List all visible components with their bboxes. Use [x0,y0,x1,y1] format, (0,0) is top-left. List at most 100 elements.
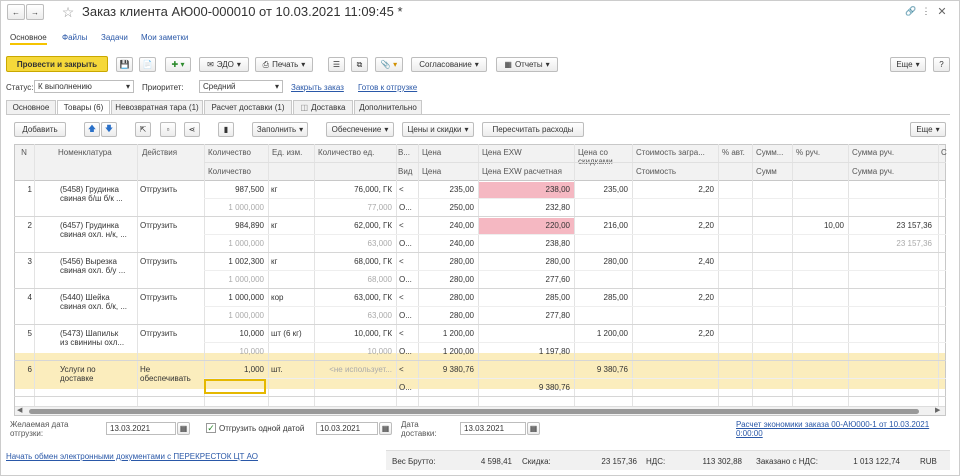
quantity-2[interactable]: 10,000 [206,347,264,356]
column-header[interactable]: Сумма руч. [852,148,936,157]
action[interactable]: Не [140,365,202,374]
price-exw-calc[interactable]: 232,80 [480,203,570,212]
post-button[interactable]: 📄 [139,57,156,72]
kind[interactable]: О... [399,239,415,248]
v-mark[interactable]: < [399,293,415,302]
price-2[interactable]: 280,00 [420,311,474,320]
price-exw-calc[interactable]: 277,80 [480,311,570,320]
nomenclature[interactable]: Услуги по [60,365,136,374]
action[interactable]: Отгрузить [140,257,202,266]
ready-ship-link[interactable]: Готов к отгрузке [358,83,417,92]
quantity-units[interactable]: 68,000, ГК [316,257,392,266]
help-button[interactable]: ? [933,57,950,72]
action[interactable]: Отгрузить [140,293,202,302]
price-exw-calc[interactable]: 1 197,80 [480,347,570,356]
status-select[interactable]: К выполнению ▾ [34,80,134,93]
nomenclature-2[interactable]: из свинины охл... [60,338,136,347]
priority-select[interactable]: Средний ▾ [199,80,283,93]
action[interactable]: Отгрузить [140,221,202,230]
fill-button[interactable]: Заполнить ▾ [252,122,308,137]
kind[interactable]: О... [399,383,415,392]
delivery-date-calendar-button[interactable]: ▦ [527,422,540,435]
price-exw[interactable]: 285,00 [480,293,570,302]
print-button[interactable]: ⎙ Печать ▾ [255,57,313,72]
v-mark[interactable]: < [399,365,415,374]
quantity-units[interactable]: 62,000, ГК [316,221,392,230]
quantity[interactable]: 987,500 [206,185,264,194]
quantity-2[interactable]: 1 000,000 [206,203,264,212]
forward-button[interactable]: → [26,4,44,20]
cost-load[interactable]: 2,20 [634,185,714,194]
column-header[interactable]: Цена [422,167,476,176]
nomenclature-2[interactable]: свиная б/ш б/к ... [60,194,136,203]
price-exw[interactable]: 220,00 [480,221,570,230]
quantity-2[interactable]: 1 000,000 [206,239,264,248]
column-header[interactable]: Цена EXW [482,148,572,157]
price[interactable]: 9 380,76 [420,365,474,374]
tab-main[interactable]: Основное [6,100,56,114]
quantity[interactable]: 1,000 [206,365,264,374]
active-cell[interactable] [204,379,266,394]
nomenclature[interactable]: (5440) Шейка [60,293,136,302]
list-button[interactable]: ☰ [328,57,345,72]
quantity-units-2[interactable]: 77,000 [316,203,392,212]
link-icon[interactable]: 🔗 [905,5,917,17]
nomenclature[interactable]: (5456) Вырезка [60,257,136,266]
price-2[interactable]: 1 200,00 [420,347,474,356]
tab-delivery-calc[interactable]: Расчет доставки (1) [204,100,292,114]
price-exw-calc[interactable]: 238,80 [480,239,570,248]
column-header[interactable]: Количество [208,148,266,157]
column-header[interactable]: Действия [142,148,202,157]
select-button[interactable]: ⇱ [135,122,151,137]
unit[interactable]: кг [271,257,313,266]
close-order-link[interactable]: Закрыть заказ [291,83,344,92]
cost-load[interactable]: 2,40 [634,257,714,266]
nomenclature[interactable]: (5473) Шапильк [60,329,136,338]
more-vert-icon[interactable]: ⋮ [920,5,932,17]
action-2[interactable]: обеспечивать [140,374,202,383]
kind[interactable]: О... [399,347,415,356]
price-exw[interactable]: 238,00 [480,185,570,194]
ship-date-calendar-button[interactable]: ▦ [379,422,392,435]
delete-button[interactable]: ▫ [160,122,176,137]
v-mark[interactable]: < [399,221,415,230]
unit[interactable]: кор [271,293,313,302]
quantity-units-2[interactable]: 63,000 [316,239,392,248]
move-up-button[interactable]: 🡅 [84,122,100,137]
price[interactable]: 280,00 [420,293,474,302]
quantity-units[interactable]: <не использует... [316,365,392,374]
kind[interactable]: О... [399,275,415,284]
desired-date-calendar-button[interactable]: ▦ [177,422,190,435]
column-header[interactable]: Стоимость загра... [636,148,716,157]
quantity[interactable]: 1 002,300 [206,257,264,266]
nomenclature[interactable]: (5458) Грудинка [60,185,136,194]
price-discount[interactable]: 216,00 [576,221,628,230]
column-header[interactable]: % авт. [722,148,750,157]
barcode-button[interactable]: ▮ [218,122,234,137]
quantity[interactable]: 984,890 [206,221,264,230]
ship-one-date-checkbox[interactable]: ✓ [206,423,216,433]
post-and-close-button[interactable]: Провести и закрыть [6,56,108,72]
price[interactable]: 235,00 [420,185,474,194]
price-2[interactable]: 250,00 [420,203,474,212]
nav-tab-tasks[interactable]: Задачи [101,33,128,42]
edo-button[interactable]: ✉ ЭДО ▾ [199,57,249,72]
nav-tab-files[interactable]: Файлы [62,33,87,42]
column-header[interactable]: Стоимость [636,167,716,176]
price[interactable]: 240,00 [420,221,474,230]
cost-load[interactable]: 2,20 [634,221,714,230]
price-discount[interactable]: 9 380,76 [576,365,628,374]
quantity-units-2[interactable]: 68,000 [316,275,392,284]
attach-button[interactable]: 📎 ▾ [375,57,403,72]
price-discount[interactable]: 1 200,00 [576,329,628,338]
copy-button[interactable]: ⧉ [351,57,368,72]
add-row-button[interactable]: Добавить [14,122,66,137]
save-button[interactable]: 💾 [116,57,133,72]
column-header[interactable]: Количество [208,167,266,176]
nomenclature-2[interactable]: свиная охл. н/к, ... [60,230,136,239]
move-down-button[interactable]: 🡇 [101,122,117,137]
scroll-right-icon[interactable]: ▶ [935,406,940,414]
star-icon[interactable]: ☆ [60,4,76,20]
pct-manual[interactable]: 10,00 [794,221,844,230]
column-header[interactable]: В... [398,148,416,157]
